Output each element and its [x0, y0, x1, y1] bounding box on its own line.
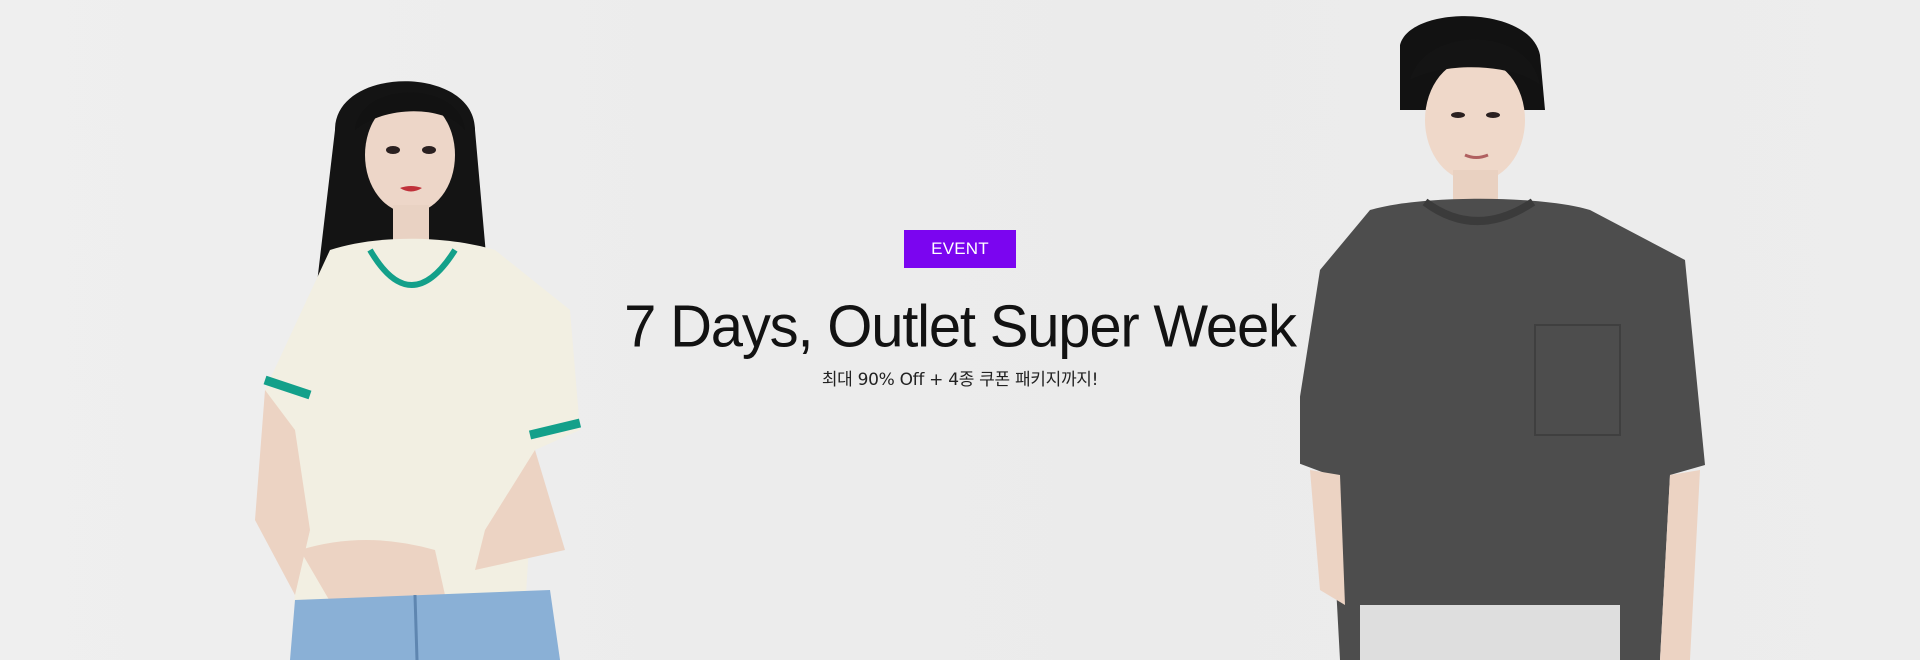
hero-text-block: EVENT 7 Days, Outlet Super Week 최대 90% O…	[0, 230, 1920, 392]
hero-title: 7 Days, Outlet Super Week	[624, 293, 1297, 360]
hero-subtitle: 최대 90% Off + 4종 쿠폰 패키지까지!	[821, 370, 1099, 390]
event-badge[interactable]: EVENT	[904, 230, 1016, 268]
event-hero-banner[interactable]: EVENT 7 Days, Outlet Super Week 최대 90% O…	[0, 0, 1920, 660]
